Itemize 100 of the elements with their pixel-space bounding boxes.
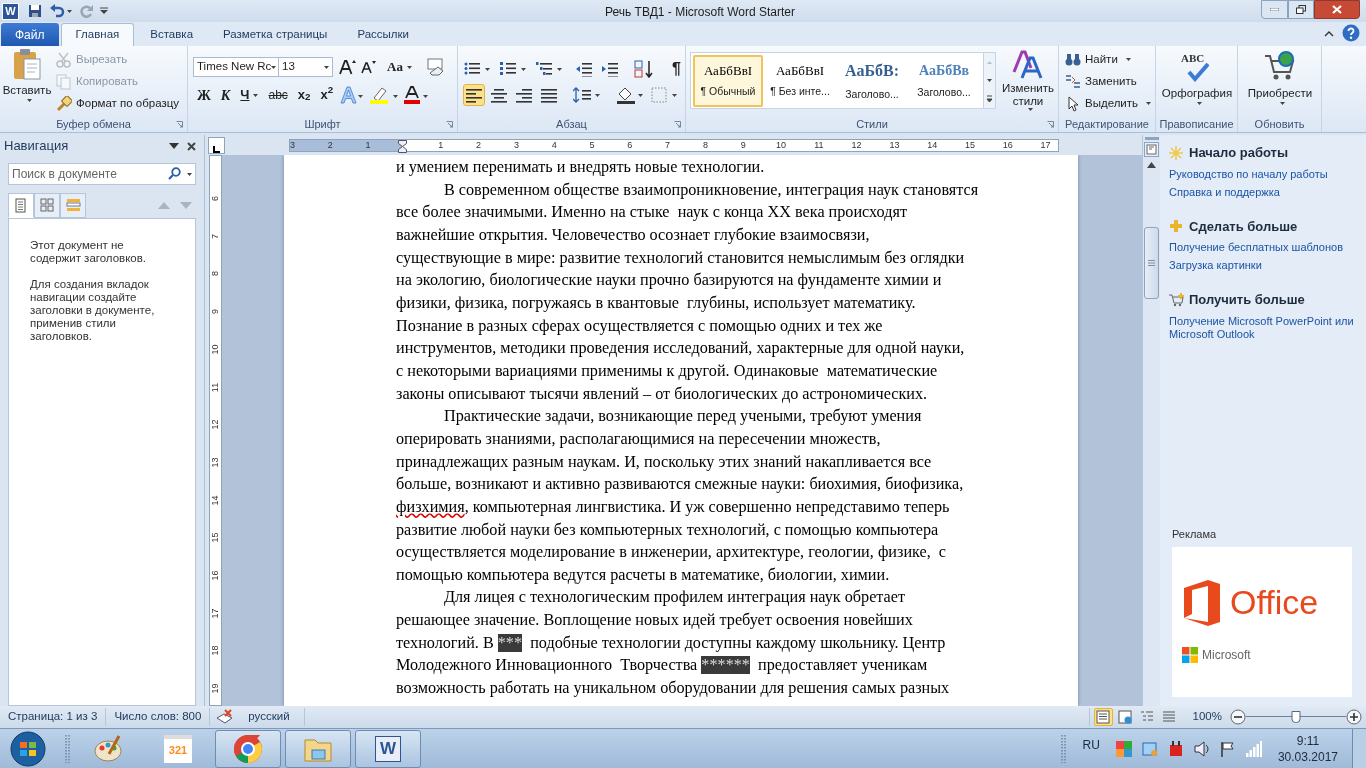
editing-button[interactable]: Выделить <box>1065 95 1152 112</box>
dialog-launcher-icon[interactable] <box>674 121 681 128</box>
line-spacing-icon[interactable] <box>573 87 601 103</box>
zoom-level[interactable]: 100% <box>1192 708 1222 726</box>
decrease-indent-icon[interactable] <box>576 61 594 77</box>
sort-icon[interactable] <box>634 60 654 78</box>
spelling-button[interactable]: ABC Орфография <box>1160 50 1234 106</box>
scrollbar-thumb[interactable] <box>1144 227 1159 299</box>
close-icon[interactable] <box>187 141 196 151</box>
proofing-errors-icon[interactable] <box>216 709 235 725</box>
power-plug-icon[interactable] <box>1167 740 1184 757</box>
page-count[interactable]: Страница: 1 из 3 <box>0 708 107 726</box>
ruler-number: 10 <box>211 343 220 355</box>
format-button[interactable]: abc <box>265 85 291 105</box>
save-icon[interactable] <box>28 4 42 18</box>
scroll-up-icon[interactable] <box>1147 162 1156 168</box>
language-indicator[interactable]: русский <box>234 708 305 726</box>
font-name-field[interactable]: Times New Rc <box>193 57 279 77</box>
align-button[interactable] <box>463 84 485 106</box>
change-styles-button[interactable]: Изменить стили <box>1000 50 1056 111</box>
help-link[interactable]: Загрузка картинки <box>1169 259 1366 272</box>
grow-font-icon[interactable] <box>339 59 357 75</box>
change-case-button[interactable]: Aa <box>387 57 412 77</box>
word-count[interactable]: Число слов: 800 <box>106 708 211 726</box>
slider-thumb[interactable] <box>1291 711 1301 723</box>
taskbar-grip-icon <box>65 732 71 765</box>
format-button[interactable]: x$^{2}$ <box>317 85 337 105</box>
numbered-list-icon[interactable] <box>500 61 528 77</box>
dialog-launcher-icon[interactable] <box>446 121 453 128</box>
zoom-out-icon[interactable] <box>1230 709 1246 725</box>
navigation-tab[interactable] <box>34 193 60 218</box>
paste-button[interactable]: Вставить <box>3 49 51 109</box>
taskbar-button[interactable] <box>215 729 281 768</box>
ruler-number: 13 <box>211 456 220 468</box>
format-button[interactable]: Ж <box>194 85 214 105</box>
multilevel-list-icon[interactable] <box>536 61 564 77</box>
zoom-in-icon[interactable] <box>1346 709 1362 725</box>
clipboard-button[interactable]: Формат по образцу <box>56 95 180 112</box>
caret-icon[interactable] <box>67 9 72 13</box>
style-item[interactable]: АаБбВвI ¶ Без инте... <box>765 54 835 107</box>
view-button[interactable] <box>1093 708 1113 726</box>
collapse-ribbon-icon[interactable] <box>1324 29 1334 37</box>
flag-icon[interactable] <box>1219 740 1236 757</box>
restore-button[interactable] <box>1288 0 1314 19</box>
search-field[interactable]: Поиск в документе <box>8 163 196 185</box>
help-link[interactable]: Получение бесплатных шаблонов <box>1169 241 1366 254</box>
split-handle[interactable] <box>1144 137 1159 140</box>
show-formatting-marks-button[interactable]: ¶ <box>672 57 681 81</box>
ribbon-tab[interactable]: Рассылки <box>343 23 423 46</box>
taskbar-button[interactable]: W <box>355 729 421 768</box>
font-size-field[interactable]: 13 <box>279 57 333 77</box>
view-button[interactable] <box>1115 708 1135 726</box>
highlight-icon[interactable] <box>370 86 401 104</box>
style-item[interactable]: АаБбВ: Заголово... <box>837 54 907 107</box>
ruler-toggle-button[interactable] <box>1144 142 1159 157</box>
ribbon-tab[interactable]: Разметка страницы <box>209 23 342 46</box>
help-link[interactable]: Справка и поддержка <box>1169 185 1366 199</box>
customize-toolbar-icon[interactable] <box>100 7 108 15</box>
editing-button[interactable]: Найти <box>1065 51 1152 68</box>
tab-selector-button[interactable] <box>208 136 225 154</box>
help-link[interactable]: Руководство по началу работы <box>1169 167 1366 181</box>
input-language[interactable]: RU <box>1082 735 1100 754</box>
format-button[interactable]: x$_{2}$ <box>294 85 314 105</box>
shrink-font-icon[interactable] <box>361 60 377 74</box>
ribbon-tab[interactable]: Главная <box>60 23 135 46</box>
style-preview: АаБбВвI <box>775 61 825 80</box>
navigation-tab[interactable] <box>8 193 34 218</box>
ribbon-tab[interactable]: Вставка <box>136 23 208 46</box>
purchase-button[interactable]: Приобрести <box>1242 50 1318 106</box>
help-link[interactable]: Получение Microsoft PowerPoint или Microsoft Outlook <box>1169 314 1366 341</box>
increase-indent-icon[interactable] <box>602 61 620 77</box>
clock[interactable]: 9:11 30.03.2017 <box>1277 732 1338 765</box>
dialog-launcher-icon[interactable] <box>1047 121 1054 128</box>
zoom-slider[interactable] <box>1246 710 1346 724</box>
indent-marker-icon[interactable] <box>398 139 407 153</box>
close-icon <box>1332 5 1342 14</box>
style-item[interactable]: АаБбВвI ¶ Обычный <box>693 54 763 107</box>
windows-squares-icon <box>1182 647 1198 663</box>
font-color-icon[interactable] <box>404 86 431 104</box>
style-item[interactable]: АаБбВв Заголово... <box>909 54 979 107</box>
help-icon[interactable] <box>1342 24 1360 42</box>
caret-icon[interactable] <box>187 173 192 176</box>
dropdown-icon[interactable] <box>169 143 179 149</box>
clapperboard-icon: 321 <box>164 734 192 763</box>
undo-icon[interactable] <box>49 4 65 18</box>
search-icon[interactable] <box>168 167 181 180</box>
editing-button[interactable]: Заменить <box>1065 73 1152 90</box>
start-button-icon[interactable] <box>8 729 48 768</box>
file-tab[interactable]: Файл <box>1 23 59 46</box>
bullet-list-icon[interactable] <box>464 61 492 77</box>
dialog-launcher-icon[interactable] <box>176 121 183 128</box>
close-button[interactable] <box>1314 0 1360 19</box>
format-button[interactable]: Ч <box>237 85 262 105</box>
chrome-icon <box>233 733 263 764</box>
minimize-icon <box>1270 8 1279 11</box>
taskbar-button[interactable] <box>285 729 351 768</box>
caret-icon <box>1196 102 1202 106</box>
format-button[interactable]: К <box>217 85 234 105</box>
shading-icon[interactable] <box>616 86 644 104</box>
volume-icon[interactable] <box>1193 740 1210 757</box>
